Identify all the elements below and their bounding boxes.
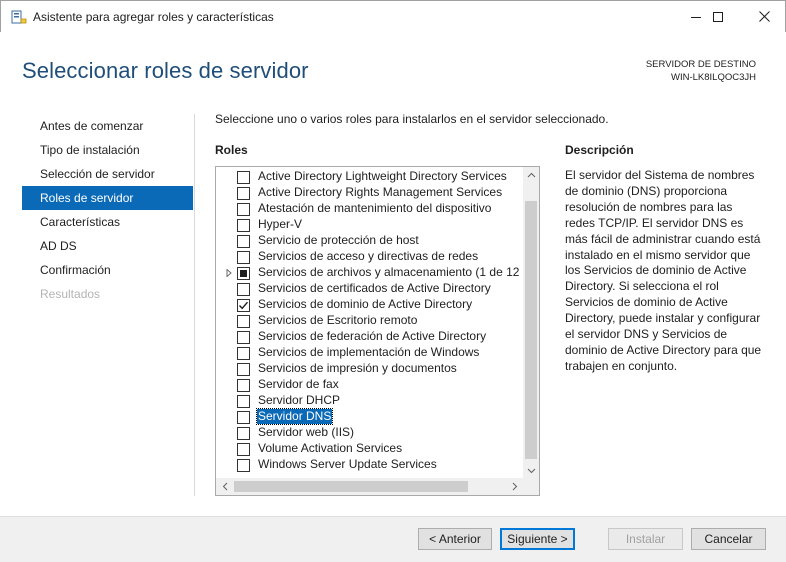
scroll-right-icon[interactable] bbox=[510, 482, 519, 491]
role-checkbox[interactable] bbox=[237, 203, 250, 216]
scroll-down-icon[interactable] bbox=[527, 466, 536, 475]
cancel-button[interactable]: Cancelar bbox=[691, 528, 766, 550]
description-heading: Descripción bbox=[565, 143, 634, 157]
checkmark-icon bbox=[238, 301, 249, 310]
role-label[interactable]: Active Directory Rights Management Servi… bbox=[257, 185, 503, 200]
roles-list[interactable]: Active Directory Lightweight Directory S… bbox=[215, 166, 540, 496]
nav-item-seleccion-de-servidor[interactable]: Selección de servidor bbox=[22, 162, 193, 186]
nav-item-tipo-de-instalacion[interactable]: Tipo de instalación bbox=[22, 138, 193, 162]
scroll-left-icon[interactable] bbox=[221, 482, 230, 491]
nav-item-resultados: Resultados bbox=[40, 287, 101, 301]
destination-server-info: SERVIDOR DE DESTINO WIN-LK8ILQOC3JH bbox=[646, 58, 756, 84]
role-row[interactable]: Servicios de dominio de Active Directory bbox=[216, 297, 524, 313]
role-row[interactable]: Hyper-V bbox=[216, 217, 524, 233]
role-checkbox[interactable] bbox=[237, 347, 250, 360]
role-label[interactable]: Servicios de impresión y documentos bbox=[257, 361, 458, 376]
role-checkbox[interactable] bbox=[237, 251, 250, 264]
role-checkbox[interactable] bbox=[237, 187, 250, 200]
nav-item-confirmacion[interactable]: Confirmación bbox=[22, 258, 193, 282]
nav-divider bbox=[194, 114, 195, 496]
destination-server-name: WIN-LK8ILQOC3JH bbox=[671, 72, 756, 83]
role-label[interactable]: Servicios de implementación de Windows bbox=[257, 345, 480, 360]
role-row[interactable]: Servicios de implementación de Windows bbox=[216, 345, 524, 361]
title-bar: Asistente para agregar roles y caracterí… bbox=[0, 0, 786, 32]
role-label[interactable]: Volume Activation Services bbox=[257, 441, 403, 456]
role-row[interactable]: Servicios de acceso y directivas de rede… bbox=[216, 249, 524, 265]
role-label[interactable]: Servidor DNS bbox=[255, 408, 334, 425]
role-label[interactable]: Servidor DHCP bbox=[257, 393, 341, 408]
role-checkbox[interactable] bbox=[237, 411, 250, 424]
role-label[interactable]: Windows Server Update Services bbox=[257, 457, 438, 472]
role-row[interactable]: Servidor de fax bbox=[216, 377, 524, 393]
intro-text: Seleccione uno o varios roles para insta… bbox=[215, 112, 609, 126]
nav-item-roles-de-servidor[interactable]: Roles de servidor bbox=[22, 186, 193, 210]
scroll-up-icon[interactable] bbox=[527, 171, 536, 180]
previous-button[interactable]: < Anterior bbox=[418, 528, 492, 550]
role-label[interactable]: Atestación de mantenimiento del disposit… bbox=[257, 201, 492, 216]
role-row[interactable]: Servicios de Escritorio remoto bbox=[216, 313, 524, 329]
role-checkbox[interactable] bbox=[237, 443, 250, 456]
role-row[interactable]: Windows Server Update Services bbox=[216, 457, 524, 473]
role-row[interactable]: Servicios de certificados de Active Dire… bbox=[216, 281, 524, 297]
role-checkbox[interactable] bbox=[237, 283, 250, 296]
destination-label: SERVIDOR DE DESTINO bbox=[645, 59, 756, 70]
role-row[interactable]: Volume Activation Services bbox=[216, 441, 524, 457]
nav-item-ad-ds[interactable]: AD DS bbox=[22, 234, 193, 258]
roles-heading: Roles bbox=[215, 143, 248, 157]
role-row[interactable]: Atestación de mantenimiento del disposit… bbox=[216, 201, 524, 217]
role-row[interactable]: Active Directory Rights Management Servi… bbox=[216, 185, 524, 201]
role-checkbox[interactable] bbox=[237, 267, 250, 280]
role-description: El servidor del Sistema de nombres de do… bbox=[565, 168, 762, 373]
role-checkbox[interactable] bbox=[237, 171, 250, 184]
nav-item-antes-de-comenzar[interactable]: Antes de comenzar bbox=[22, 114, 193, 138]
role-label[interactable]: Servicios de certificados de Active Dire… bbox=[257, 281, 492, 296]
role-label[interactable]: Servicios de Escritorio remoto bbox=[257, 313, 418, 328]
roles-list-items: Active Directory Lightweight Directory S… bbox=[216, 169, 524, 477]
role-label[interactable]: Servicio de protección de host bbox=[257, 233, 420, 248]
page-title: Seleccionar roles de servidor bbox=[22, 58, 309, 83]
role-row[interactable]: Servicios de archivos y almacenamiento (… bbox=[216, 265, 524, 281]
role-checkbox[interactable] bbox=[237, 331, 250, 344]
role-checkbox[interactable] bbox=[237, 315, 250, 328]
maximize-icon bbox=[713, 11, 723, 22]
role-checkbox[interactable] bbox=[237, 219, 250, 232]
role-label[interactable]: Servicios de federación de Active Direct… bbox=[257, 329, 487, 344]
role-label[interactable]: Servicios de archivos y almacenamiento (… bbox=[257, 265, 524, 280]
close-icon bbox=[758, 11, 770, 22]
wizard-steps-nav: Antes de comenzar Tipo de instalación Se… bbox=[22, 114, 193, 306]
role-checkbox[interactable] bbox=[237, 379, 250, 392]
role-label[interactable]: Hyper-V bbox=[257, 217, 303, 232]
role-checkbox[interactable] bbox=[237, 235, 250, 248]
role-label[interactable]: Servidor de fax bbox=[257, 377, 340, 392]
horizontal-scrollbar[interactable] bbox=[216, 478, 524, 495]
close-button[interactable] bbox=[741, 1, 786, 32]
expand-arrow-icon[interactable] bbox=[225, 269, 233, 277]
role-checkbox[interactable] bbox=[237, 459, 250, 472]
role-row[interactable]: Servicios de impresión y documentos bbox=[216, 361, 524, 377]
role-row[interactable]: Servidor DNS bbox=[216, 408, 524, 425]
scrollbar-corner bbox=[523, 478, 539, 495]
role-row[interactable]: Servicio de protección de host bbox=[216, 233, 524, 249]
role-row[interactable]: Servicios de federación de Active Direct… bbox=[216, 329, 524, 345]
role-row[interactable]: Servidor DHCP bbox=[216, 393, 524, 409]
role-label[interactable]: Servicios de acceso y directivas de rede… bbox=[257, 249, 479, 264]
role-label[interactable]: Active Directory Lightweight Directory S… bbox=[257, 169, 508, 184]
horizontal-scroll-thumb[interactable] bbox=[234, 481, 468, 492]
nav-item-caracteristicas[interactable]: Características bbox=[22, 210, 193, 234]
role-checkbox[interactable] bbox=[237, 299, 250, 312]
vertical-scrollbar[interactable] bbox=[523, 167, 539, 479]
next-button[interactable]: Siguiente > bbox=[500, 528, 575, 550]
role-checkbox[interactable] bbox=[237, 395, 250, 408]
server-manager-icon bbox=[11, 10, 27, 24]
install-button: Instalar bbox=[608, 528, 683, 550]
role-label[interactable]: Servicios de dominio de Active Directory bbox=[257, 297, 473, 312]
vertical-scroll-thumb[interactable] bbox=[525, 201, 537, 459]
role-checkbox[interactable] bbox=[237, 427, 250, 440]
role-row[interactable]: Active Directory Lightweight Directory S… bbox=[216, 169, 524, 185]
window-title: Asistente para agregar roles y caracterí… bbox=[33, 10, 274, 24]
role-label[interactable]: Servidor web (IIS) bbox=[257, 425, 355, 440]
role-row[interactable]: Servidor web (IIS) bbox=[216, 425, 524, 441]
maximize-button[interactable] bbox=[695, 1, 741, 32]
role-checkbox[interactable] bbox=[237, 363, 250, 376]
